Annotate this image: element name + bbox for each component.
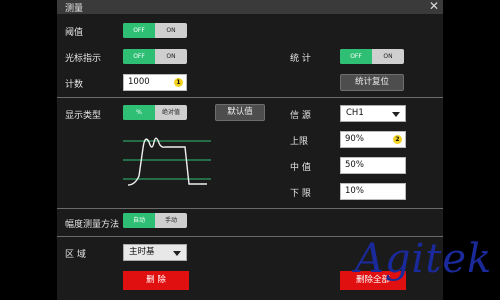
- lower-value: 10%: [345, 186, 364, 196]
- count-field[interactable]: 1000 1: [123, 74, 187, 91]
- lower-field[interactable]: 10%: [340, 183, 406, 200]
- source-value: CH1: [346, 108, 364, 118]
- count-badge: 1: [174, 78, 183, 87]
- lower-label: 下 限: [290, 189, 311, 199]
- region-label: 区 域: [65, 250, 86, 260]
- amplitude-method-toggle[interactable]: 自动 手动: [123, 213, 187, 228]
- waveform-trace: [127, 137, 207, 186]
- region-select[interactable]: 主时基: [123, 244, 187, 261]
- middle-value: 50%: [345, 160, 364, 170]
- statistics-on[interactable]: ON: [372, 49, 404, 64]
- count-label: 计数: [65, 80, 84, 90]
- amplitude-method-manual[interactable]: 手动: [155, 213, 187, 228]
- statistics-toggle[interactable]: OFF ON: [340, 49, 404, 64]
- amplitude-method-auto[interactable]: 自动: [123, 213, 155, 228]
- display-type-toggle[interactable]: % 绝对值: [123, 105, 187, 120]
- upper-value: 90%: [345, 134, 364, 144]
- cursor-indicator-off[interactable]: OFF: [123, 49, 155, 64]
- middle-field[interactable]: 50%: [340, 157, 406, 174]
- display-type-label: 显示类型: [65, 111, 102, 121]
- upper-label: 上限: [290, 137, 309, 147]
- watermark-logo: Agitek: [355, 236, 493, 282]
- cursor-indicator-label: 光标指示: [65, 54, 102, 64]
- waveform-illustration: [123, 137, 211, 186]
- upper-field[interactable]: 90% 2: [340, 131, 406, 148]
- threshold-label: 阈值: [65, 28, 84, 38]
- source-select[interactable]: CH1: [340, 105, 406, 122]
- close-icon[interactable]: ✕: [429, 0, 439, 13]
- default-value-button[interactable]: 默认值: [215, 104, 265, 121]
- stats-reset-button[interactable]: 统计复位: [340, 74, 404, 91]
- count-value: 1000: [128, 77, 150, 87]
- source-label: 信 源: [290, 111, 311, 121]
- cursor-indicator-toggle[interactable]: OFF ON: [123, 49, 187, 64]
- title-bar: 测量 ✕: [57, 0, 443, 14]
- cursor-indicator-on[interactable]: ON: [155, 49, 187, 64]
- middle-label: 中 值: [290, 163, 311, 173]
- divider: [57, 97, 443, 98]
- divider: [57, 208, 443, 209]
- chevron-down-icon: [392, 112, 400, 117]
- region-value: 主时基: [129, 247, 155, 257]
- threshold-toggle[interactable]: OFF ON: [123, 23, 187, 38]
- upper-badge: 2: [393, 135, 402, 144]
- dialog-title: 测量: [65, 4, 84, 14]
- statistics-label: 统 计: [290, 54, 311, 64]
- delete-button[interactable]: 删 除: [123, 271, 189, 290]
- statistics-off[interactable]: OFF: [340, 49, 372, 64]
- threshold-off[interactable]: OFF: [123, 23, 155, 38]
- display-type-percent[interactable]: %: [123, 105, 155, 120]
- chevron-down-icon: [173, 251, 181, 256]
- threshold-on[interactable]: ON: [155, 23, 187, 38]
- display-type-absolute[interactable]: 绝对值: [155, 105, 187, 120]
- amplitude-method-label: 幅度测量方法: [65, 220, 120, 230]
